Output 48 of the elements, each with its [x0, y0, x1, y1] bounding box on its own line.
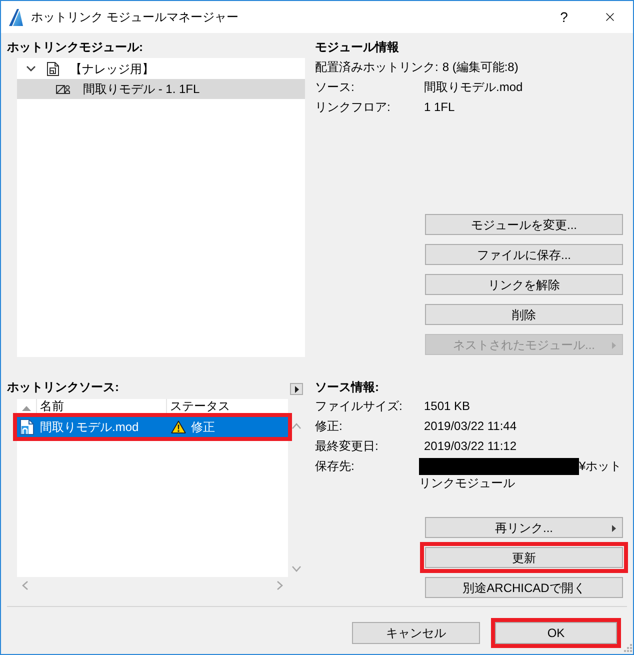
- help-button[interactable]: ?: [541, 1, 587, 33]
- field-value: 2019/03/22 11:12: [424, 439, 517, 453]
- warning-icon: [171, 420, 186, 434]
- triangle-up-icon: [22, 406, 31, 411]
- unlink-button[interactable]: リンクを解除: [425, 274, 623, 295]
- file-icon: [20, 419, 34, 435]
- field-value: 1 1FL: [424, 100, 455, 114]
- section-heading: モジュール情報: [315, 39, 400, 55]
- field-label: 修正:: [315, 418, 344, 434]
- field-value: 間取りモデル.mod: [424, 80, 523, 94]
- chevron-up-icon[interactable]: [292, 422, 301, 428]
- triangle-right-icon: [294, 386, 298, 392]
- tree-item[interactable]: 【ナレッジ用】: [17, 59, 305, 79]
- file-name: 間取りモデル.mod: [39, 419, 140, 436]
- field-value: 8 (編集可能:8): [442, 60, 518, 74]
- relink-button[interactable]: 再リンク...: [425, 517, 623, 538]
- field-label: 保存先:: [315, 458, 356, 474]
- status-text: 修正: [191, 419, 215, 436]
- chevron-left-icon[interactable]: [22, 580, 28, 590]
- resize-grip-icon[interactable]: [624, 644, 632, 652]
- list-row[interactable]: 間取りモデル.mod 修正: [17, 417, 288, 437]
- section-heading: ホットリンクソース:: [7, 379, 119, 395]
- field-label: 配置済みホットリンク:: [315, 59, 440, 75]
- field-label: リンクフロア:: [315, 99, 392, 115]
- cancel-button[interactable]: キャンセル: [352, 622, 480, 644]
- section-heading: ホットリンクモジュール:: [7, 39, 144, 55]
- change-module-button[interactable]: モジュールを変更...: [425, 214, 623, 235]
- box-figure-icon: [56, 84, 70, 94]
- document-icon: [47, 62, 59, 76]
- field-label: ソース:: [315, 79, 356, 95]
- field-value: 2019/03/22 11:44: [424, 419, 517, 433]
- column-header[interactable]: ステータス: [167, 399, 288, 417]
- field-value: 1501 KB: [424, 399, 470, 413]
- app-logo-icon: [8, 8, 24, 26]
- chevron-down-icon[interactable]: [26, 66, 36, 72]
- tree-item[interactable]: 間取りモデル - 1. 1FL: [17, 79, 305, 99]
- section-heading: ソース情報:: [315, 379, 380, 395]
- save-to-file-button[interactable]: ファイルに保存...: [425, 244, 623, 265]
- chevron-right-icon[interactable]: [277, 580, 283, 590]
- field-value: ¥ホットリンクモジュール: [419, 459, 622, 490]
- field-label: 最終変更日:: [315, 438, 380, 454]
- update-button[interactable]: 更新: [425, 547, 623, 568]
- delete-button[interactable]: 削除: [425, 304, 623, 325]
- field-label: ファイルサイズ:: [315, 398, 404, 414]
- open-separately-button[interactable]: 別途ARCHICADで開く: [425, 577, 623, 598]
- window-title: ホットリンク モジュールマネージャー: [31, 9, 238, 26]
- expand-button[interactable]: [290, 383, 303, 395]
- ok-button[interactable]: OK: [495, 622, 617, 644]
